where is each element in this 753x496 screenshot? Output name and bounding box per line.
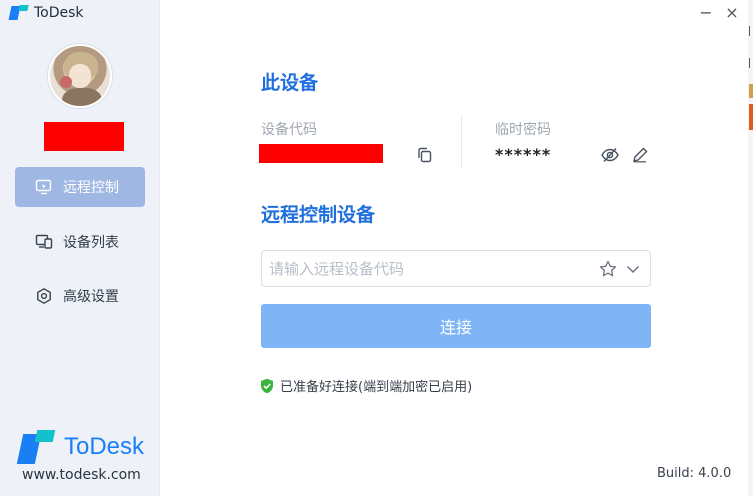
minimize-button[interactable]: −: [696, 2, 716, 22]
temp-password-value: ******: [495, 145, 552, 164]
device-list-icon: [35, 233, 53, 251]
this-device-title: 此设备: [261, 72, 319, 94]
sidebar: ToDesk 远程控制 设备列表 高级设置 ToDesk www.todesk.…: [0, 0, 160, 496]
brand-name: ToDesk: [64, 433, 145, 460]
close-button[interactable]: ×: [722, 2, 742, 22]
device-code-redacted: [259, 144, 383, 163]
sidebar-item-label: 高级设置: [63, 289, 119, 305]
connect-button[interactable]: 连接: [261, 304, 651, 348]
sidebar-item-advanced-settings[interactable]: 高级设置: [15, 276, 145, 316]
website-link[interactable]: www.todesk.com: [22, 467, 141, 483]
sidebar-item-device-list[interactable]: 设备列表: [15, 222, 145, 262]
connection-status: 已准备好连接(端到端加密已启用): [260, 376, 472, 395]
background-window-edge: [748, 0, 753, 496]
eye-hidden-icon[interactable]: [600, 146, 620, 164]
todesk-window: ToDesk 远程控制 设备列表 高级设置 ToDesk www.todesk.…: [0, 0, 753, 496]
app-title-bar: ToDesk: [8, 4, 84, 22]
todesk-logo-icon: [8, 5, 29, 21]
divider: [461, 116, 462, 169]
chevron-down-icon[interactable]: [624, 260, 642, 278]
settings-icon: [35, 287, 53, 305]
remote-control-title: 远程控制设备: [261, 204, 376, 226]
todesk-logo-icon: [16, 430, 56, 464]
build-version: Build: 4.0.0: [657, 466, 732, 481]
shield-check-icon: [260, 378, 274, 394]
remote-code-input[interactable]: [262, 259, 582, 278]
app-title: ToDesk: [34, 5, 84, 21]
edge-mark: [749, 58, 753, 68]
edge-mark: [749, 84, 753, 98]
avatar[interactable]: [48, 44, 112, 108]
remote-code-field[interactable]: [261, 250, 651, 287]
device-code-label: 设备代码: [261, 122, 317, 138]
sidebar-item-label: 设备列表: [63, 235, 119, 251]
edge-mark: [749, 26, 753, 36]
brand: ToDesk: [16, 430, 145, 464]
copy-icon[interactable]: [416, 146, 434, 164]
star-icon[interactable]: [598, 259, 618, 279]
status-text: 已准备好连接(端到端加密已启用): [280, 380, 473, 395]
edit-icon[interactable]: [631, 146, 649, 164]
sidebar-item-remote-control[interactable]: 远程控制: [15, 167, 145, 207]
temp-password-label: 临时密码: [495, 122, 551, 138]
sidebar-item-label: 远程控制: [63, 180, 119, 196]
username-redacted: [44, 122, 124, 151]
remote-control-icon: [35, 178, 53, 196]
edge-mark: [749, 104, 753, 130]
